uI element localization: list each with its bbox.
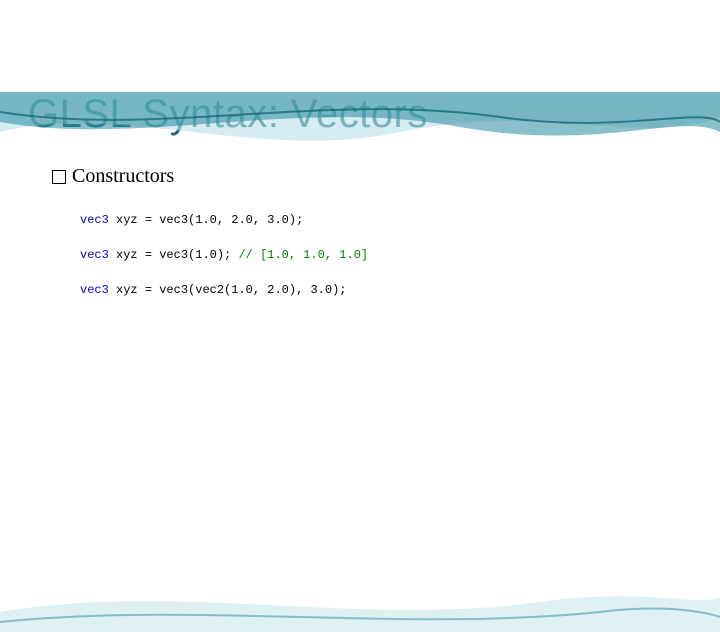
variable: xyz [109, 248, 145, 262]
function: vec3 [159, 283, 188, 297]
keyword: vec3 [80, 248, 109, 262]
variable: xyz [109, 213, 145, 227]
operator: = [145, 213, 159, 227]
code-block: vec3 xyz = vec3(1.0, 2.0, 3.0); vec3 xyz… [80, 212, 720, 298]
args: (1.0, 2.0, 3.0); [188, 213, 303, 227]
function: vec3 [159, 248, 188, 262]
slide-title: GLSL Syntax: Vectors [28, 92, 720, 137]
subtitle-text: Constructors [72, 165, 174, 188]
variable: xyz [109, 283, 145, 297]
args: (vec2(1.0, 2.0), 3.0); [188, 283, 346, 297]
operator: = [145, 248, 159, 262]
keyword: vec3 [80, 213, 109, 227]
args: (1.0); [188, 248, 238, 262]
keyword: vec3 [80, 283, 109, 297]
comment: // [1.0, 1.0, 1.0] [238, 248, 368, 262]
subtitle-row: Constructors [52, 165, 720, 188]
bullet-box-icon [52, 170, 66, 184]
code-line-3: vec3 xyz = vec3(vec2(1.0, 2.0), 3.0); [80, 282, 720, 299]
code-line-1: vec3 xyz = vec3(1.0, 2.0, 3.0); [80, 212, 720, 229]
operator: = [145, 283, 159, 297]
function: vec3 [159, 213, 188, 227]
wave-bottom-decoration [0, 572, 720, 632]
code-line-2: vec3 xyz = vec3(1.0); // [1.0, 1.0, 1.0] [80, 247, 720, 264]
